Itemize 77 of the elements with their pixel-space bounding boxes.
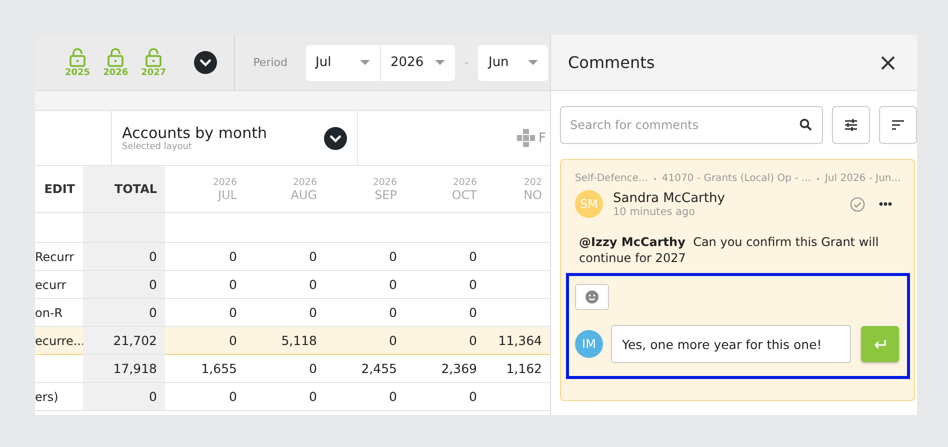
month-select[interactable]: Jun (478, 44, 548, 80)
range-separator: - (464, 56, 468, 69)
table-cell: 21,702 (83, 327, 165, 355)
table-cell: 0 (83, 383, 165, 411)
layout-subtitle: Selected layout (122, 142, 193, 152)
search-field[interactable]: Search for comments (560, 106, 823, 144)
column-header: TOTAL (83, 166, 165, 213)
table-cell: 1,162 (485, 355, 550, 383)
comment-time: 10 minutes ago (613, 206, 696, 218)
table-cell: 0 (245, 243, 325, 271)
table-cell: 11,364 (485, 327, 550, 355)
padlock-icon[interactable] (107, 48, 124, 66)
table-cell: 0 (245, 383, 325, 411)
caret-icon (528, 60, 538, 65)
padlock-icon[interactable] (145, 48, 162, 66)
table-cell: 0 (83, 299, 165, 327)
panel-title: Comments (568, 53, 655, 72)
year-label: 2025 (65, 68, 90, 78)
puzzle-icon (516, 129, 535, 147)
check-circle-icon[interactable] (850, 196, 865, 212)
column-header: 2026 AUG (245, 166, 325, 213)
table-cell: 0 (405, 243, 485, 271)
table-cell: 0 (325, 327, 405, 355)
table-cell: 0 (83, 271, 165, 299)
table-cell: 0 (405, 327, 485, 355)
table-cell: 0 (165, 271, 245, 299)
year-label: 2026 (103, 68, 128, 78)
avatar: IM (575, 330, 603, 358)
layout-label: F (538, 130, 546, 146)
table-cell: 2,455 (325, 355, 405, 383)
period-label: Period (253, 56, 288, 69)
context-label: 41070 - Grants (Local) Op - ... (662, 173, 811, 184)
padlock-icon[interactable] (69, 48, 86, 66)
close-icon[interactable] (881, 56, 895, 70)
table-cell: 0 (165, 243, 245, 271)
smiley-icon (585, 290, 599, 304)
table-cell: 0 (165, 383, 245, 411)
month-select[interactable]: Jul (306, 44, 380, 80)
author-name: Sandra McCarthy (613, 190, 725, 206)
layout-title: Accounts by month (122, 124, 267, 142)
avatar: SM (575, 190, 603, 218)
table-cell: 0 (245, 355, 325, 383)
table-cell: 0 (245, 271, 325, 299)
more-icon[interactable] (879, 202, 892, 206)
table-cell: 0 (405, 383, 485, 411)
context-label: Jul 2026 - Jun... (824, 173, 901, 184)
column-header: 202 NO (485, 166, 550, 213)
table-cell: 0 (325, 383, 405, 411)
send-button[interactable] (861, 326, 899, 362)
column-header: 2026 SEP (325, 166, 405, 213)
caret-icon (360, 60, 370, 65)
search-icon (799, 118, 813, 132)
dropdown-icon[interactable] (324, 126, 347, 150)
table-cell: 1,655 (165, 355, 245, 383)
comment-text: @Izzy McCarthy Can you confirm this Grant will continue for 2027 (579, 234, 880, 266)
sliders-icon (844, 118, 858, 132)
column-header: 2026 JUL (165, 166, 245, 213)
reply-field[interactable]: Yes, one more year for this one! (611, 325, 851, 363)
table-cell: 17,918 (83, 355, 165, 383)
table-cell: 5,118 (245, 327, 325, 355)
caret-icon (434, 60, 444, 65)
table-cell: 0 (325, 243, 405, 271)
table-cell: 0 (405, 271, 485, 299)
year-label: 2027 (141, 68, 166, 78)
sort-icon (891, 118, 905, 132)
context-label: Self-Defence... (575, 173, 648, 184)
table-cell: 0 (165, 327, 245, 355)
emoji-button[interactable] (575, 284, 609, 310)
table-cell: 0 (325, 271, 405, 299)
enter-icon (873, 337, 887, 351)
year-select[interactable]: 2026 (380, 44, 454, 80)
table-cell: 2,369 (405, 355, 485, 383)
expand-icon[interactable] (194, 51, 218, 74)
column-header: 2026 OCT (405, 166, 485, 213)
filter-button[interactable] (832, 106, 870, 144)
table-cell: 0 (83, 243, 165, 271)
sort-button[interactable] (879, 106, 917, 144)
